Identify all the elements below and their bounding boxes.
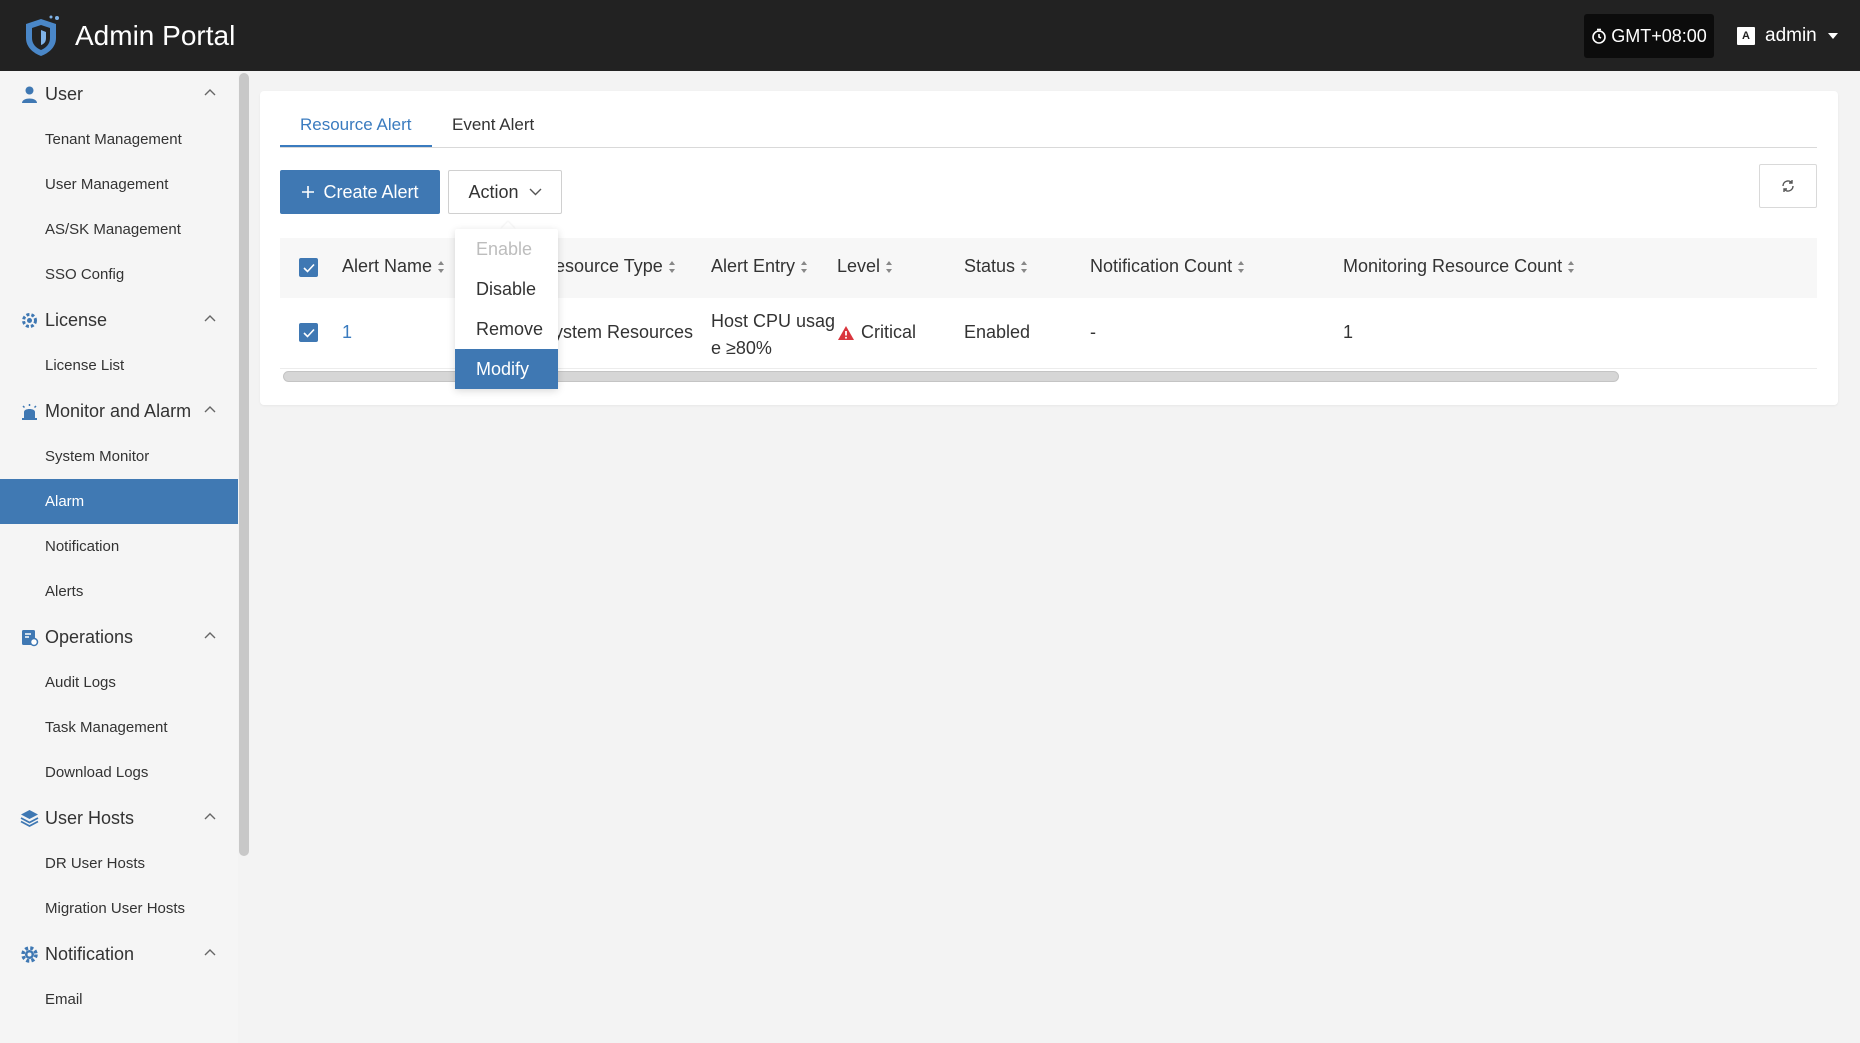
column-header-monitoring-resource-count[interactable]: Monitoring Resource Count (1343, 256, 1575, 277)
menu-item-remove[interactable]: Remove (455, 309, 558, 349)
sort-icon (1568, 260, 1575, 273)
chevron-up-icon (204, 949, 216, 956)
sidebar-item-sso-config[interactable]: SSO Config (0, 252, 238, 297)
sidebar-item-audit-logs[interactable]: Audit Logs (0, 660, 238, 705)
sort-icon (668, 260, 675, 273)
chevron-up-icon (204, 315, 216, 322)
sidebar-item-user-management[interactable]: User Management (0, 162, 238, 207)
select-all-checkbox[interactable] (299, 258, 318, 277)
sort-icon (1238, 260, 1245, 273)
alert-entry-line: e ≥80% (711, 338, 772, 358)
top-bar: Admin Portal GMT+08:00 A admin (0, 0, 1860, 71)
chevron-down-icon (529, 188, 542, 196)
resource-type-cell: System Resources (542, 322, 694, 342)
column-header-notification-count[interactable]: Notification Count (1090, 256, 1245, 277)
timezone-display[interactable]: GMT+08:00 (1584, 14, 1714, 58)
check-icon (302, 263, 315, 273)
app-title: Admin Portal (75, 20, 236, 51)
sidebar-group-notification[interactable]: Notification (0, 931, 238, 977)
sidebar-group-label: Operations (45, 626, 134, 647)
user-menu[interactable]: A admin (1737, 14, 1839, 58)
tab-resource-alert[interactable]: Resource Alert (300, 115, 412, 135)
menu-item-modify[interactable]: Modify (455, 349, 558, 389)
sidebar-item-notification[interactable]: Notification (0, 524, 238, 569)
alarm-monitor-icon (22, 404, 37, 420)
chevron-up-icon (204, 406, 216, 413)
sidebar-item-alerts[interactable]: Alerts (0, 569, 238, 614)
sidebar-item-dr-user-hosts[interactable]: DR User Hosts (0, 841, 238, 886)
license-gear-icon (22, 313, 37, 328)
notification-count-cell: - (1090, 322, 1096, 342)
menu-item-enable[interactable]: Enable (455, 229, 558, 269)
warning-triangle-icon (838, 325, 854, 340)
sidebar-group-label: User (45, 83, 84, 104)
sidebar-group-user[interactable]: User (0, 71, 238, 117)
create-alert-button[interactable]: Create Alert (280, 170, 440, 214)
column-header-alert-name[interactable]: Alert Name (342, 256, 445, 277)
alert-entry-line: Host CPU usag (711, 311, 836, 331)
sidebar-group-label: Notification (45, 943, 135, 964)
chevron-up-icon (204, 813, 216, 820)
refresh-icon (1782, 180, 1794, 192)
sort-icon (438, 260, 445, 273)
plus-icon (302, 186, 315, 198)
layers-icon (20, 810, 39, 828)
sidebar-item-download-logs[interactable]: Download Logs (0, 750, 238, 795)
monitoring-resource-count-cell: 1 (1343, 322, 1354, 342)
column-header-level[interactable]: Level (837, 256, 893, 277)
sidebar-item-task-management[interactable]: Task Management (0, 705, 238, 750)
action-label: Action (468, 181, 519, 202)
sidebar-item-assk-management[interactable]: AS/SK Management (0, 207, 238, 252)
action-dropdown-button[interactable]: Action (448, 170, 562, 214)
chevron-up-icon (204, 632, 216, 639)
sort-icon (801, 260, 808, 273)
sidebar: User Tenant Management User Management A… (0, 71, 238, 1043)
level-label: Critical (861, 322, 917, 342)
sidebar-item-migration-user-hosts[interactable]: Migration User Hosts (0, 886, 238, 931)
alert-entry-cell: Host CPU usag e ≥80% (711, 308, 835, 362)
refresh-button[interactable] (1759, 164, 1817, 208)
sidebar-group-license[interactable]: License (0, 297, 238, 343)
gear-icon (21, 946, 38, 963)
column-header-resource-type[interactable]: Resource Type (542, 256, 676, 277)
menu-item-disable[interactable]: Disable (455, 269, 558, 309)
shield-logo-icon (26, 15, 59, 56)
sidebar-scrollbar[interactable] (239, 73, 249, 856)
sidebar-item-email[interactable]: Email (0, 977, 238, 1022)
action-menu: Enable Disable Remove Modify (455, 229, 558, 389)
sidebar-group-label: License (45, 309, 108, 330)
sidebar-item-system-monitor[interactable]: System Monitor (0, 434, 238, 479)
sidebar-group-label: Monitor and Alarm (45, 400, 192, 421)
clock-icon (1592, 28, 1607, 44)
sort-icon (1021, 260, 1028, 273)
sidebar-group-label: User Hosts (45, 807, 135, 828)
create-alert-label: Create Alert (323, 181, 419, 202)
level-cell: Critical (837, 322, 916, 343)
language-icon[interactable]: A (1737, 27, 1755, 45)
username: admin (1765, 25, 1817, 46)
check-icon (302, 328, 315, 338)
column-header-alert-entry[interactable]: Alert Entry (711, 256, 808, 277)
column-header-status[interactable]: Status (964, 256, 1028, 277)
sidebar-group-operations[interactable]: Operations (0, 614, 238, 660)
caret-down-icon (1827, 33, 1838, 39)
tab-event-alert[interactable]: Event Alert (452, 115, 534, 135)
timezone-label: GMT+08:00 (1611, 25, 1707, 46)
active-tab-indicator (280, 145, 432, 147)
tab-bar: Resource Alert Event Alert (280, 109, 1817, 148)
status-cell: Enabled (964, 322, 1031, 342)
sort-icon (886, 260, 893, 273)
row-checkbox[interactable] (299, 323, 318, 342)
user-icon (22, 86, 37, 103)
sidebar-group-user-hosts[interactable]: User Hosts (0, 795, 238, 841)
sidebar-group-monitor-alarm[interactable]: Monitor and Alarm (0, 388, 238, 434)
sidebar-item-alarm[interactable]: Alarm (0, 479, 238, 524)
alert-name-link[interactable]: 1 (342, 322, 352, 343)
sidebar-item-tenant-management[interactable]: Tenant Management (0, 117, 238, 162)
sidebar-item-license-list[interactable]: License List (0, 343, 238, 388)
chevron-up-icon (204, 89, 216, 96)
operations-icon (22, 630, 39, 647)
